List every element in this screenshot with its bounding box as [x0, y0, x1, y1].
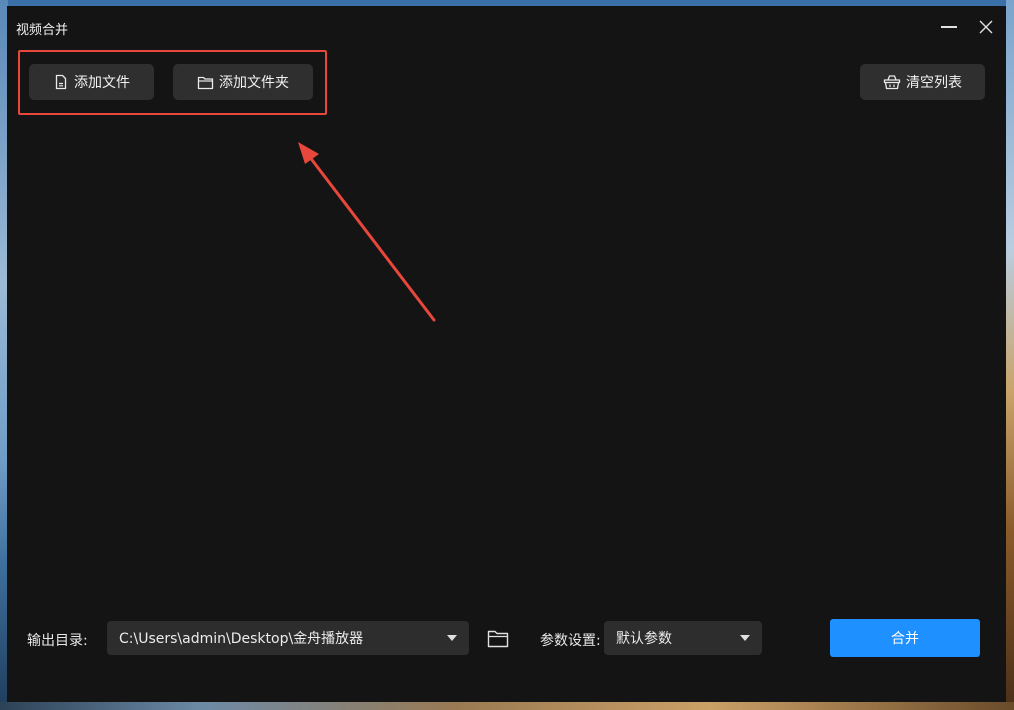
minimize-button[interactable]	[934, 14, 964, 40]
folder-icon	[487, 630, 509, 647]
chevron-down-icon	[447, 635, 457, 641]
clear-list-label: 清空列表	[906, 75, 962, 91]
desktop-wallpaper-bottom	[0, 702, 1014, 710]
params-label: 参数设置:	[540, 633, 601, 649]
file-icon	[55, 74, 67, 90]
params-value: 默认参数	[616, 631, 672, 647]
close-button[interactable]	[971, 14, 1001, 40]
params-select[interactable]: 默认参数	[604, 621, 762, 655]
add-file-label: 添加文件	[74, 75, 130, 91]
output-directory-value: C:\Users\admin\Desktop\金舟播放器	[119, 631, 364, 647]
video-merge-window: 视频合并 添加文件 添加文件夹 清空列表 输出目录: C:\Users\admi…	[7, 6, 1006, 702]
folder-icon	[197, 76, 214, 89]
browse-folder-button[interactable]	[485, 626, 511, 650]
window-title: 视频合并	[16, 23, 69, 38]
clear-list-button[interactable]: 清空列表	[860, 64, 985, 100]
close-icon	[979, 20, 993, 34]
basket-icon	[883, 75, 901, 90]
chevron-down-icon	[740, 635, 750, 641]
output-directory-select[interactable]: C:\Users\admin\Desktop\金舟播放器	[107, 621, 469, 655]
add-folder-button[interactable]: 添加文件夹	[173, 64, 313, 100]
output-directory-label: 输出目录:	[27, 633, 88, 649]
merge-button[interactable]: 合并	[830, 619, 980, 657]
desktop-wallpaper-right	[1006, 0, 1014, 710]
add-file-button[interactable]: 添加文件	[29, 64, 154, 100]
minimize-icon	[941, 26, 957, 28]
add-folder-label: 添加文件夹	[219, 75, 289, 91]
file-list-area[interactable]	[17, 124, 996, 594]
